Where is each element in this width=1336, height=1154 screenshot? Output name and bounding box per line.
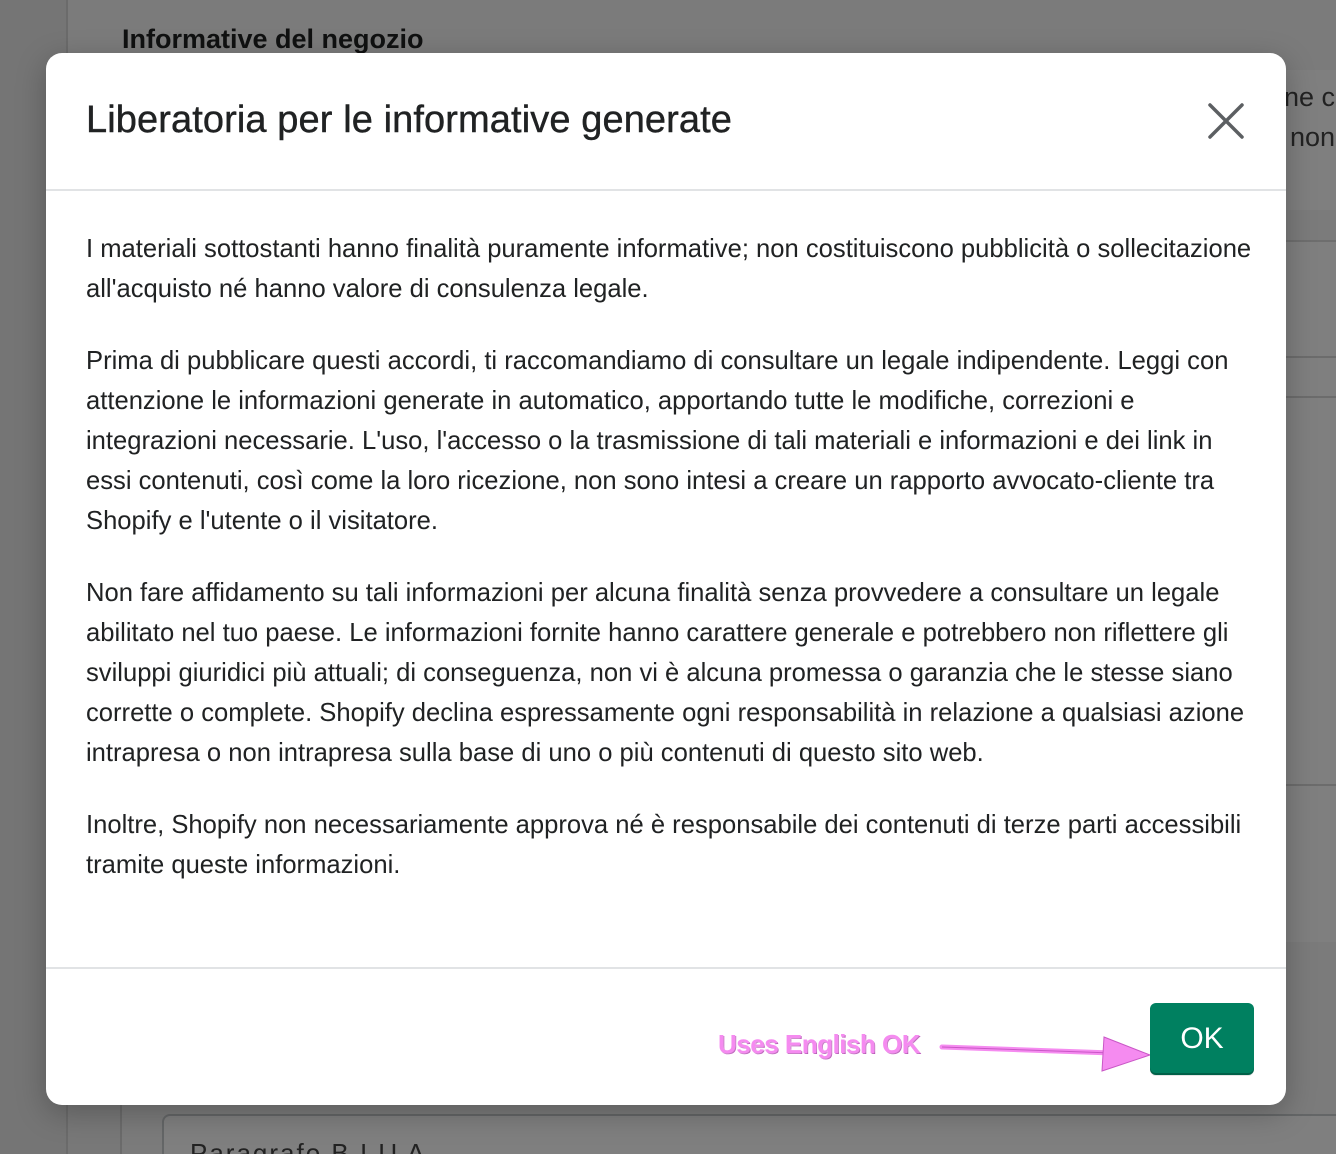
ok-button[interactable]: OK bbox=[1150, 1003, 1254, 1075]
disclaimer-paragraph: Prima di pubblicare questi accordi, ti r… bbox=[86, 347, 1229, 535]
disclaimer-modal: Liberatoria per le informative generate … bbox=[46, 53, 1286, 1105]
disclaimer-paragraph: Inoltre, Shopify non necessariamente app… bbox=[86, 811, 1242, 879]
close-icon bbox=[1202, 97, 1250, 145]
modal-title: Liberatoria per le informative generate bbox=[86, 99, 733, 141]
modal-header: Liberatoria per le informative generate bbox=[46, 53, 1286, 191]
disclaimer-paragraph: I materiali sottostanti hanno finalità p… bbox=[86, 235, 1252, 303]
modal-footer: Uses English OK OK bbox=[46, 967, 1286, 1105]
close-button[interactable] bbox=[1202, 97, 1250, 145]
annotation-label: Uses English OK bbox=[718, 1029, 921, 1059]
disclaimer-paragraph: Non fare affidamento su tali informazion… bbox=[86, 579, 1245, 767]
arrow-icon bbox=[936, 1033, 1152, 1086]
modal-body: I materiali sottostanti hanno finalità p… bbox=[86, 229, 1256, 917]
